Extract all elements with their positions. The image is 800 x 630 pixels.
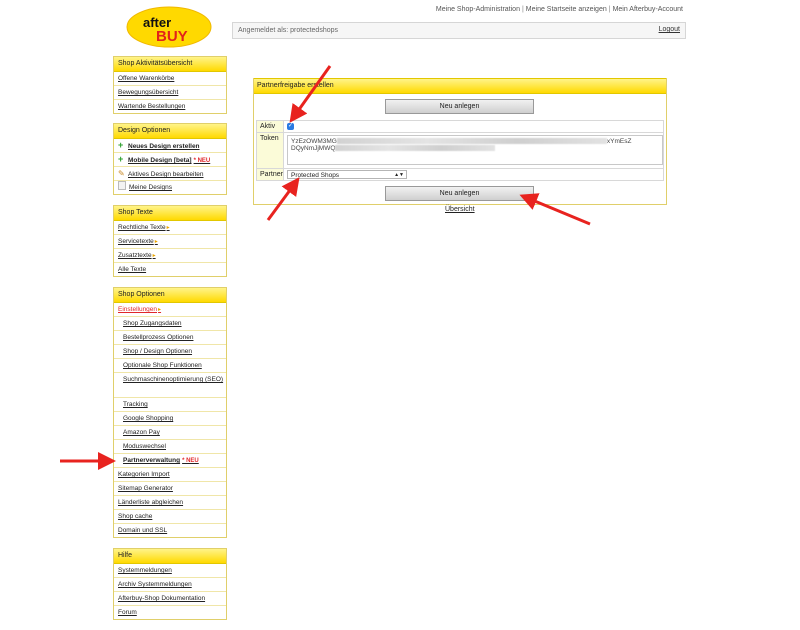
partner-select[interactable]: Protected Shops ▲▼ — [287, 170, 407, 179]
box-title: Hilfe — [114, 549, 226, 564]
token-line-2: DQyNmJjMWQ — [291, 145, 659, 152]
box-title: Shop Aktivitätsübersicht — [114, 57, 226, 72]
sidebar-item-mobile-design[interactable]: + Mobile Design [beta] * NEU — [114, 153, 226, 167]
token-label: Token — [257, 133, 284, 168]
box-title: Design Optionen — [114, 124, 226, 139]
logged-in-as: Angemeldet als: protectedshops — [238, 27, 339, 34]
sidebar-activity-box: Shop Aktivitätsübersicht Offene Warenkör… — [113, 56, 227, 114]
aktiv-label: Aktiv — [257, 121, 284, 132]
link-shop-administration[interactable]: Meine Shop-Administration — [436, 6, 520, 13]
token-text: DQyNmJjMWQ — [291, 145, 336, 152]
chevron-right-icon: ▸ — [158, 307, 162, 313]
aktiv-checkbox[interactable]: ✓ — [287, 123, 294, 130]
chevron-updown-icon: ▲▼ — [394, 172, 404, 178]
sidebar-item-partnerverwaltung[interactable]: Partnerverwaltung * NEU — [114, 454, 226, 468]
partner-row: Partner Protected Shops ▲▼ — [256, 168, 664, 181]
select-value: Protected Shops — [291, 172, 340, 179]
sidebar-item-rechtliche-texte[interactable]: Rechtliche Texte▸ — [114, 221, 226, 235]
item-label: Servicetexte — [118, 238, 154, 245]
link-afterbuy-account[interactable]: Mein Afterbuy-Account — [613, 6, 683, 13]
sidebar-item-sitemap[interactable]: Sitemap Generator — [114, 482, 226, 496]
sidebar-item-meine-designs[interactable]: Meine Designs — [114, 181, 226, 194]
item-label: Meine Designs — [129, 184, 172, 191]
sidebar-item-warenkoerbe[interactable]: Offene Warenkörbe — [114, 72, 226, 86]
item-label: Neues Design erstellen — [128, 143, 200, 150]
sidebar-item-dokumentation[interactable]: Afterbuy-Shop Dokumentation — [114, 592, 226, 606]
item-label: Zusatztexte — [118, 252, 152, 259]
box-title: Shop Optionen — [114, 288, 226, 303]
item-label: Einstellungen — [118, 306, 158, 313]
sidebar-design-box: Design Optionen + Neues Design erstellen … — [113, 123, 227, 195]
plus-icon: + — [118, 154, 124, 164]
token-text: xYmEsZ — [606, 138, 632, 145]
plus-icon: + — [118, 140, 124, 150]
sidebar-item-systemmeldungen[interactable]: Systemmeldungen — [114, 564, 226, 578]
sidebar-item-bestellprozess[interactable]: Bestellprozess Optionen — [114, 331, 226, 345]
token-row: Token YzEzOWM3MG xYmEsZ DQyNmJjMWQ — [256, 132, 664, 169]
sidebar-item-design-optionen[interactable]: Shop / Design Optionen — [114, 345, 226, 359]
logo-text-buy: BUY — [156, 28, 188, 45]
top-navigation: Meine Shop-Administration | Meine Startsei… — [436, 6, 683, 13]
sidebar-item-bewegung[interactable]: Bewegungsübersicht — [114, 86, 226, 100]
chevron-right-icon: ▸ — [152, 253, 156, 259]
uebersicht-link[interactable]: Übersicht — [445, 206, 475, 213]
sidebar-texts-box: Shop Texte Rechtliche Texte▸ Servicetext… — [113, 205, 227, 277]
sidebar-item-forum[interactable]: Forum — [114, 606, 226, 619]
token-redacted — [335, 145, 496, 152]
sidebar-item-servicetexte[interactable]: Servicetexte▸ — [114, 235, 226, 249]
logout-link[interactable]: Logout — [659, 26, 680, 33]
token-line-1: YzEzOWM3MG xYmEsZ — [291, 138, 659, 145]
item-label: Aktives Design bearbeiten — [128, 171, 204, 178]
sidebar-item-seo[interactable]: Suchmaschinenoptimierung (SEO) — [114, 373, 226, 398]
sidebar-item-design-bearbeiten[interactable]: ✎ Aktives Design bearbeiten — [114, 167, 226, 181]
sidebar-item-archiv[interactable]: Archiv Systemmeldungen — [114, 578, 226, 592]
partner-label: Partner — [257, 169, 284, 180]
sidebar-item-tracking[interactable]: Tracking — [114, 398, 226, 412]
partner-release-panel: Partnerfreigabe erstellen Neu anlegen Ak… — [253, 78, 667, 205]
sidebar-item-google-shopping[interactable]: Google Shopping — [114, 412, 226, 426]
link-startseite[interactable]: Meine Startseite anzeigen — [526, 6, 607, 13]
afterbuy-logo[interactable]: after BUY — [126, 6, 212, 48]
chevron-right-icon: ▸ — [166, 225, 170, 231]
sidebar-item-alle-texte[interactable]: Alle Texte — [114, 263, 226, 276]
box-title: Shop Texte — [114, 206, 226, 221]
neu-badge: * NEU — [193, 158, 211, 164]
sidebar-item-shop-cache[interactable]: Shop cache — [114, 510, 226, 524]
sidebar-item-einstellungen[interactable]: Einstellungen▸ — [114, 303, 226, 317]
neu-anlegen-button-bottom[interactable]: Neu anlegen — [385, 186, 534, 201]
sidebar-item-amazon-pay[interactable]: Amazon Pay — [114, 426, 226, 440]
sidebar-item-zugangsdaten[interactable]: Shop Zugangsdaten — [114, 317, 226, 331]
sidebar-item-neues-design[interactable]: + Neues Design erstellen — [114, 139, 226, 153]
panel-title: Partnerfreigabe erstellen — [254, 78, 666, 94]
sidebar-item-kategorien-import[interactable]: Kategorien Import — [114, 468, 226, 482]
sidebar-item-laenderliste[interactable]: Länderliste abgleichen — [114, 496, 226, 510]
sidebar-options-box: Shop Optionen Einstellungen▸ Shop Zugang… — [113, 287, 227, 538]
sidebar-item-domain-ssl[interactable]: Domain und SSL — [114, 524, 226, 537]
chevron-right-icon: ▸ — [154, 239, 158, 245]
item-label: Rechtliche Texte — [118, 224, 166, 231]
sidebar-item-shop-funktionen[interactable]: Optionale Shop Funktionen — [114, 359, 226, 373]
sidebar-item-moduswechsel[interactable]: Moduswechsel — [114, 440, 226, 454]
pencil-icon: ✎ — [118, 169, 125, 178]
token-redacted — [336, 138, 607, 145]
neu-badge: * NEU — [182, 458, 199, 464]
token-text: YzEzOWM3MG — [291, 138, 337, 145]
login-bar: Angemeldet als: protectedshops Logout — [232, 22, 686, 39]
sidebar-item-bestellungen[interactable]: Wartende Bestellungen — [114, 100, 226, 113]
sidebar-help-box: Hilfe Systemmeldungen Archiv Systemmeldu… — [113, 548, 227, 620]
token-textarea[interactable]: YzEzOWM3MG xYmEsZ DQyNmJjMWQ — [287, 135, 663, 165]
item-label: Mobile Design [beta] — [128, 157, 192, 164]
document-icon — [118, 181, 126, 190]
sidebar-item-zusatztexte[interactable]: Zusatztexte▸ — [114, 249, 226, 263]
neu-anlegen-button-top[interactable]: Neu anlegen — [385, 99, 534, 114]
item-label: Partnerverwaltung — [123, 457, 181, 464]
